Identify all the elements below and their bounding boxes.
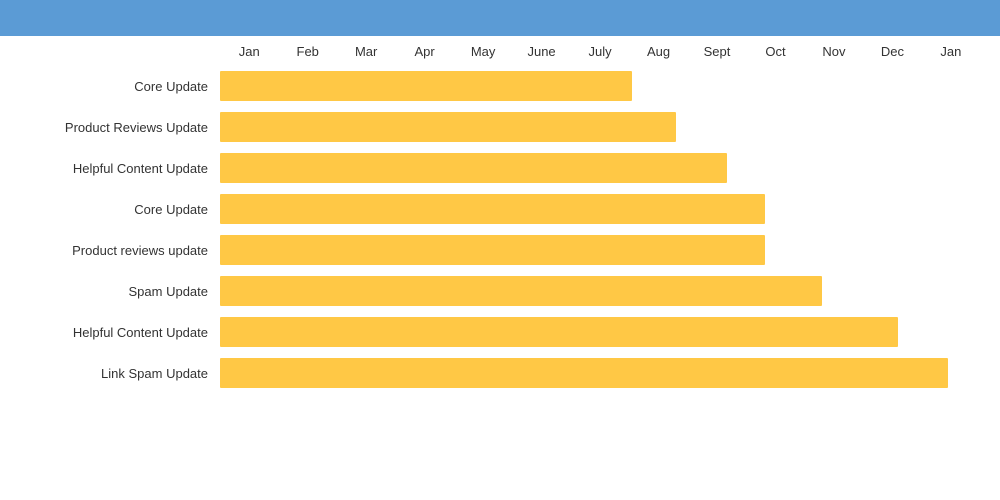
month-label: Jan bbox=[922, 44, 980, 59]
bar bbox=[220, 235, 765, 265]
bar-container bbox=[220, 276, 980, 306]
bar-rows: Core Update Product Reviews Update Helpful… bbox=[20, 67, 980, 392]
month-label: Nov bbox=[805, 44, 863, 59]
bar-label: Spam Update bbox=[20, 284, 220, 299]
month-label: Dec bbox=[863, 44, 921, 59]
bar-label: Link Spam Update bbox=[20, 366, 220, 381]
bar-container bbox=[220, 71, 980, 101]
bar-row: Product Reviews Update bbox=[20, 108, 980, 146]
month-label: July bbox=[571, 44, 629, 59]
month-label: Oct bbox=[746, 44, 804, 59]
month-label: Jan bbox=[220, 44, 278, 59]
bar bbox=[220, 71, 632, 101]
bar-label: Product reviews update bbox=[20, 243, 220, 258]
bar-row: Core Update bbox=[20, 190, 980, 228]
bar-row: Product reviews update bbox=[20, 231, 980, 269]
month-label: Feb bbox=[278, 44, 336, 59]
bar-container bbox=[220, 235, 980, 265]
bar-row: Link Spam Update bbox=[20, 354, 980, 392]
months-axis: JanFebMarAprMayJuneJulyAugSeptOctNovDecJ… bbox=[220, 44, 980, 59]
bar-container bbox=[220, 153, 980, 183]
bar-label: Core Update bbox=[20, 202, 220, 217]
bar-container bbox=[220, 194, 980, 224]
bar bbox=[220, 112, 676, 142]
month-label: May bbox=[454, 44, 512, 59]
bar bbox=[220, 358, 948, 388]
bar-label: Helpful Content Update bbox=[20, 325, 220, 340]
bar bbox=[220, 153, 727, 183]
month-label: June bbox=[512, 44, 570, 59]
bar-row: Spam Update bbox=[20, 272, 980, 310]
bar-container bbox=[220, 112, 980, 142]
month-label: Mar bbox=[337, 44, 395, 59]
bar-container bbox=[220, 358, 980, 388]
header bbox=[0, 0, 1000, 36]
bar bbox=[220, 276, 822, 306]
month-label: Aug bbox=[629, 44, 687, 59]
bar-label: Product Reviews Update bbox=[20, 120, 220, 135]
bar bbox=[220, 317, 898, 347]
bar-container bbox=[220, 317, 980, 347]
bar-row: Helpful Content Update bbox=[20, 149, 980, 187]
bar-row: Core Update bbox=[20, 67, 980, 105]
bar-label: Helpful Content Update bbox=[20, 161, 220, 176]
month-label: Sept bbox=[688, 44, 746, 59]
bar bbox=[220, 194, 765, 224]
bar-row: Helpful Content Update bbox=[20, 313, 980, 351]
month-label: Apr bbox=[395, 44, 453, 59]
bar-label: Core Update bbox=[20, 79, 220, 94]
